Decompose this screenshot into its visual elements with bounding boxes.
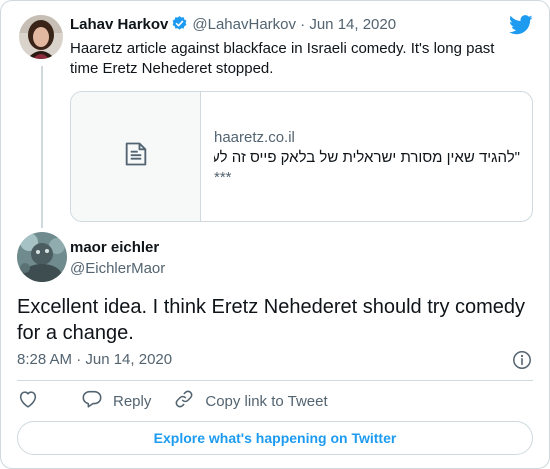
link-title: "להגיד שאין מסורת ישראלית של בלאק פייס ז… (214, 149, 520, 166)
link-icon (173, 388, 205, 414)
thread-connector-line (41, 66, 43, 228)
parent-tweet-date[interactable]: Jun 14, 2020 (309, 16, 396, 33)
parent-tweet-text: Haaretz article against blackface in Isr… (70, 40, 495, 77)
verified-badge-icon (171, 15, 188, 38)
parent-tweet-header: Lahav Harkov @LahavHarkov · Jun 14, 2020 (70, 15, 396, 38)
reply-tweet-text: Excellent idea. I think Eretz Nehederet … (17, 296, 526, 344)
document-icon (122, 140, 150, 173)
link-preview-card[interactable]: haaretz.co.il "להגיד שאין מסורת ישראלית … (70, 91, 533, 222)
reply-tweet-timestamp[interactable]: 8:28 AM · Jun 14, 2020 (17, 350, 172, 370)
tweet-actions-bar: Reply Copy link to Tweet (17, 389, 328, 413)
link-description: *** (214, 169, 232, 186)
reply-label: Reply (113, 392, 152, 410)
copy-link-label: Copy link to Tweet (205, 392, 328, 410)
twitter-bird-icon[interactable] (509, 15, 533, 40)
reply-author-avatar[interactable] (17, 232, 67, 282)
explore-twitter-button[interactable]: Explore what's happening on Twitter (17, 421, 533, 455)
actions-divider (17, 380, 533, 381)
reply-author-name[interactable]: maor eichler (70, 238, 159, 258)
info-icon[interactable] (512, 350, 532, 375)
reply-bubble-icon (81, 388, 113, 414)
link-domain: haaretz.co.il (214, 129, 295, 146)
reply-button[interactable]: Reply (81, 388, 151, 414)
header-separator: · (300, 16, 306, 33)
like-button[interactable] (17, 388, 49, 414)
link-preview-body: haaretz.co.il "להגיד שאין מסורת ישראלית … (214, 128, 520, 188)
copy-link-button[interactable]: Copy link to Tweet (173, 388, 328, 414)
parent-author-avatar[interactable] (19, 15, 63, 59)
tweet-embed-card: Lahav Harkov @LahavHarkov · Jun 14, 2020 … (0, 0, 550, 469)
parent-author-handle[interactable]: @LahavHarkov (192, 16, 296, 33)
link-thumbnail (71, 92, 201, 221)
heart-icon (17, 388, 49, 414)
reply-author-handle[interactable]: @EichlerMaor (70, 259, 165, 279)
parent-author-name[interactable]: Lahav Harkov (70, 16, 168, 33)
